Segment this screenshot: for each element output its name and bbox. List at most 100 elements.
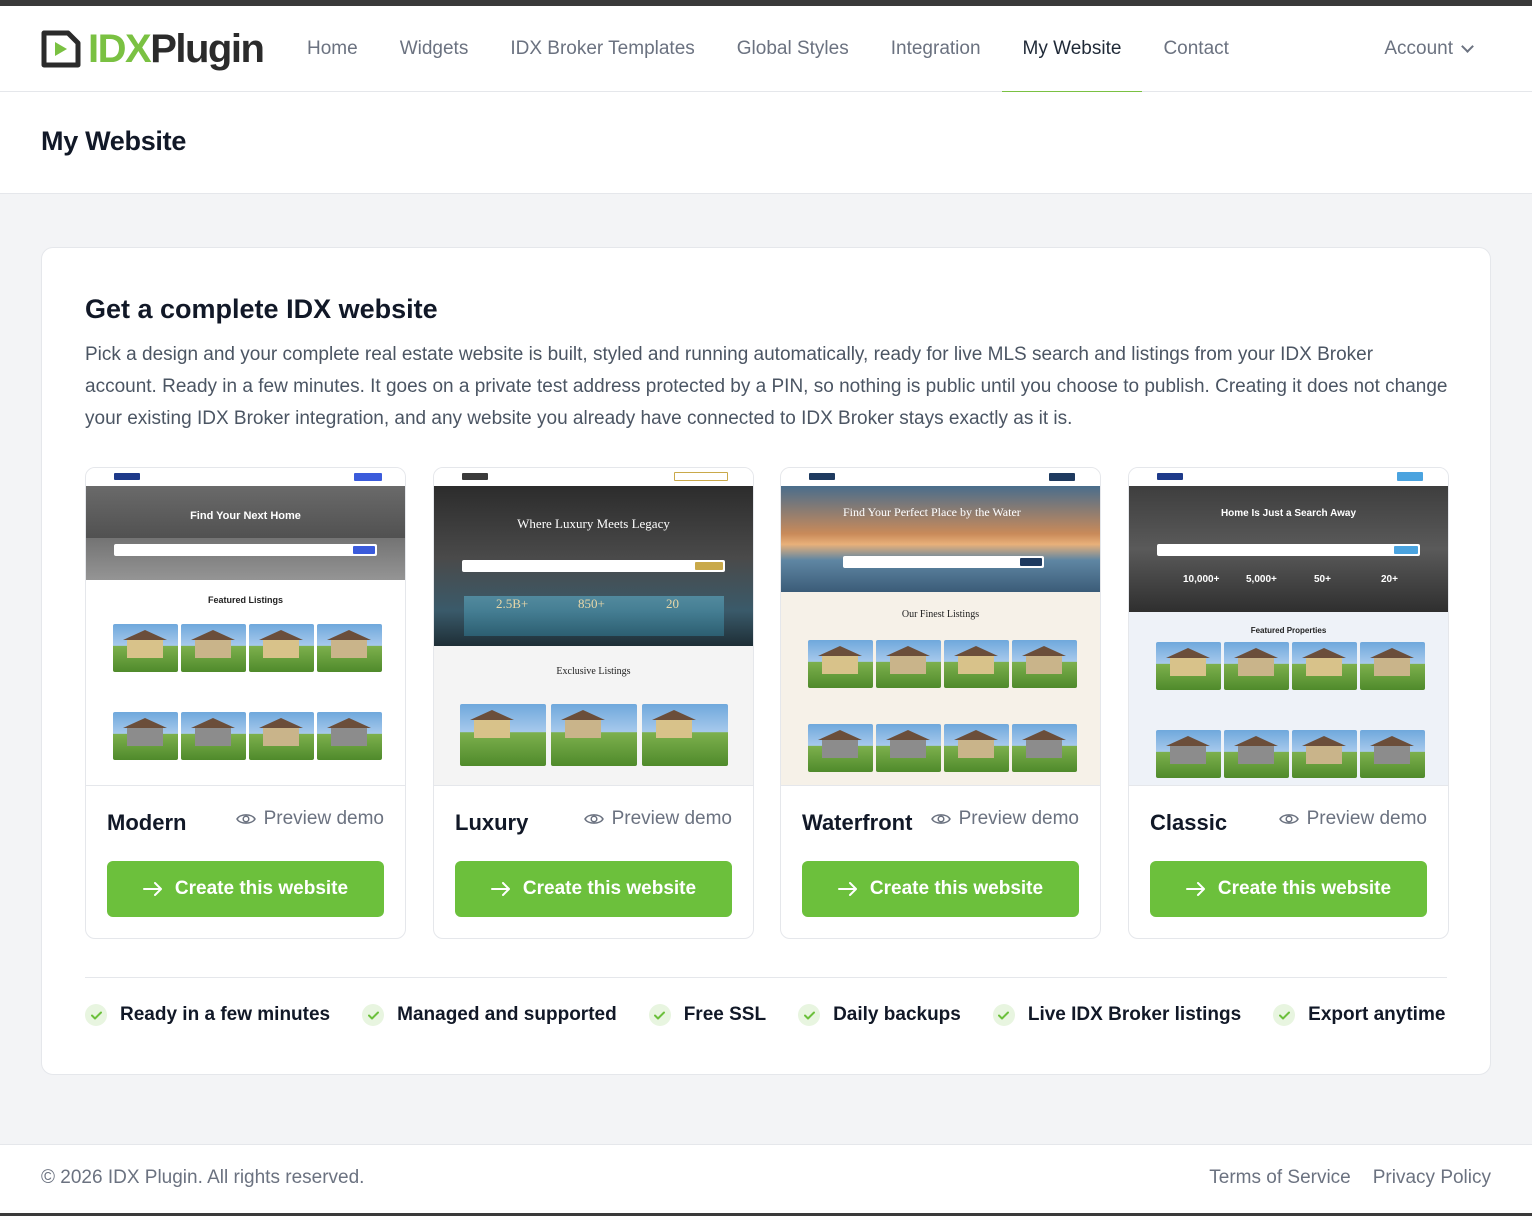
feature-label: Export anytime <box>1308 1004 1446 1025</box>
thumbnail-section-title: Exclusive Listings <box>556 666 631 677</box>
thumbnail-stat: 850+ <box>578 596 605 611</box>
feature-label: Managed and supported <box>397 1004 617 1025</box>
page-footer: © 2026 IDX Plugin. All rights reserved. … <box>0 1144 1532 1216</box>
create-website-button[interactable]: Create this website <box>107 861 384 917</box>
thumbnail-hero-title: Home Is Just a Search Away <box>1220 508 1357 519</box>
eye-icon <box>583 814 604 824</box>
listing-thumb <box>1224 642 1289 690</box>
template-thumbnail-luxury[interactable]: Where Luxury Meets Legacy 2.5B+ 850+ 20 … <box>434 468 753 786</box>
nav-global-styles[interactable]: Global Styles <box>716 6 870 92</box>
check-icon <box>85 1004 107 1026</box>
template-name: Luxury <box>455 810 529 835</box>
thumbnail-section-title: Our Finest Listings <box>901 609 980 620</box>
thumbnail-hero: Find Your Perfect Place by the Water <box>781 486 1100 592</box>
eye-icon <box>930 814 951 824</box>
preview-demo-label: Preview demo <box>958 808 1079 829</box>
thumbnail-nav <box>434 468 753 486</box>
nav-widgets[interactable]: Widgets <box>379 6 490 92</box>
nav-my-website[interactable]: My Website <box>1001 6 1143 93</box>
listing-thumb <box>876 640 941 688</box>
thumbnail-stat: 20 <box>666 596 679 611</box>
arrow-right-icon <box>490 882 510 896</box>
thumbnail-stat: 50+ <box>1314 574 1331 585</box>
check-icon <box>1273 1004 1296 1026</box>
nav-home[interactable]: Home <box>286 6 379 92</box>
preview-demo-link[interactable]: Preview demo <box>235 808 384 830</box>
feature-list: Ready in a few minutes Managed and suppo… <box>85 1004 1445 1026</box>
template-thumbnail-modern[interactable]: Find Your Next Home Featured Listings <box>86 468 405 786</box>
features-divider <box>85 977 1447 978</box>
nav-integration[interactable]: Integration <box>870 6 1002 92</box>
listing-thumb <box>1156 730 1221 778</box>
listing-thumb <box>249 712 314 760</box>
feature-item: Live IDX Broker listings <box>992 1004 1242 1026</box>
create-website-button[interactable]: Create this website <box>455 861 732 917</box>
nav-contact[interactable]: Contact <box>1142 6 1249 92</box>
listing-thumb <box>944 640 1009 688</box>
template-thumbnail-waterfront[interactable]: Find Your Perfect Place by the Water Our… <box>781 468 1100 786</box>
listing-thumb <box>460 704 546 766</box>
feature-item: Export anytime <box>1273 1004 1445 1026</box>
thumbnail-search <box>1157 544 1420 556</box>
thumbnail-stat: 20+ <box>1381 574 1398 585</box>
listing-thumb <box>1012 640 1077 688</box>
copyright-text: © 2026 IDX Plugin. All rights reserved. <box>41 1167 365 1188</box>
thumbnail-stat: 5,000+ <box>1246 574 1277 585</box>
privacy-policy-link[interactable]: Privacy Policy <box>1373 1167 1491 1189</box>
feature-label: Free SSL <box>683 1004 767 1025</box>
chevron-down-icon <box>1461 39 1474 53</box>
listing-thumb <box>317 624 382 672</box>
feature-item: Managed and supported <box>362 1004 617 1026</box>
terms-of-service-link[interactable]: Terms of Service <box>1209 1167 1350 1189</box>
create-website-label: Create this website <box>1217 878 1392 899</box>
website-panel: Get a complete IDX website Pick a design… <box>41 247 1491 1075</box>
listing-thumb <box>808 724 873 772</box>
thumbnail-hero-title: Find Your Perfect Place by the Water <box>843 505 1021 519</box>
template-thumbnail-classic[interactable]: Home Is Just a Search Away 10,000+ 5,000… <box>1129 468 1448 786</box>
logo-text-plugin: Plugin <box>150 27 265 71</box>
preview-demo-link[interactable]: Preview demo <box>930 808 1079 830</box>
thumbnail-search <box>462 560 725 572</box>
thumbnail-section-title: Featured Properties <box>1250 626 1327 635</box>
listing-thumb <box>808 640 873 688</box>
logo-text-idx: IDX <box>88 27 152 71</box>
arrow-right-icon <box>1185 882 1205 896</box>
page-title: My Website <box>41 126 187 156</box>
preview-demo-label: Preview demo <box>1306 808 1427 829</box>
feature-label: Ready in a few minutes <box>120 1004 331 1025</box>
thumbnail-hero: Home Is Just a Search Away 10,000+ 5,000… <box>1129 486 1448 612</box>
nav-idx-broker-templates[interactable]: IDX Broker Templates <box>489 6 715 92</box>
create-website-button[interactable]: Create this website <box>1150 861 1427 917</box>
listing-thumb <box>113 712 178 760</box>
panel-title: Get a complete IDX website <box>85 294 438 324</box>
listing-thumb <box>551 704 637 766</box>
preview-demo-link[interactable]: Preview demo <box>1278 808 1427 830</box>
feature-label: Live IDX Broker listings <box>1027 1004 1242 1025</box>
thumbnail-search <box>114 544 377 556</box>
listing-thumb <box>1292 642 1357 690</box>
account-menu[interactable]: Account <box>1384 6 1474 92</box>
create-website-label: Create this website <box>174 878 349 899</box>
template-name: Modern <box>107 810 187 835</box>
thumbnail-hero: Where Luxury Meets Legacy 2.5B+ 850+ 20 <box>434 486 753 646</box>
create-website-label: Create this website <box>869 878 1044 899</box>
create-website-button[interactable]: Create this website <box>802 861 1079 917</box>
thumbnail-nav <box>1129 468 1448 486</box>
arrow-right-icon <box>837 882 857 896</box>
listing-thumb <box>181 712 246 760</box>
feature-label: Daily backups <box>833 1004 961 1025</box>
listing-thumb <box>1360 642 1425 690</box>
listing-thumb <box>1224 730 1289 778</box>
listing-thumb <box>113 624 178 672</box>
check-icon <box>798 1004 821 1026</box>
thumbnail-search <box>843 556 1044 568</box>
preview-demo-link[interactable]: Preview demo <box>583 808 732 830</box>
logo[interactable]: IDXPlugin <box>40 24 265 74</box>
preview-demo-label: Preview demo <box>611 808 732 829</box>
thumbnail-stat: 2.5B+ <box>496 596 529 611</box>
thumbnail-section-title: Featured Listings <box>207 595 283 605</box>
check-icon <box>648 1004 671 1026</box>
eye-icon <box>235 814 256 824</box>
logo-icon <box>41 30 81 68</box>
feature-item: Free SSL <box>648 1004 767 1026</box>
